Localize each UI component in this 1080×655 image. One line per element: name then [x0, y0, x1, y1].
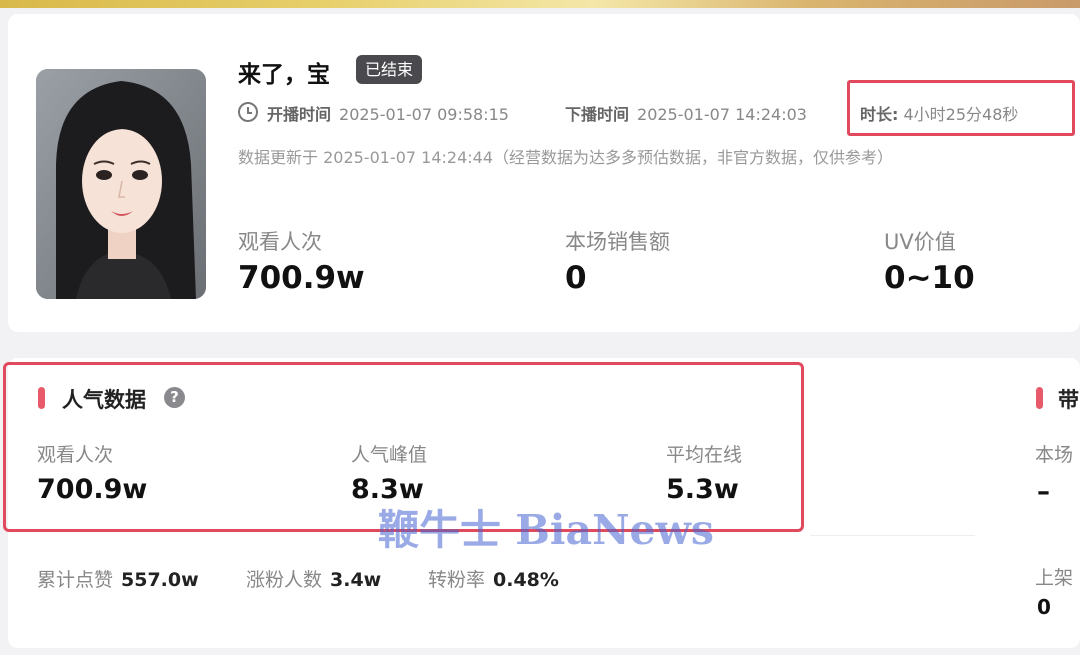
stream-title: 来了，宝	[238, 62, 330, 88]
new-followers: 涨粉人数 3.4w	[246, 565, 381, 592]
divider	[810, 535, 975, 536]
total-likes: 累计点赞 557.0w	[37, 565, 199, 592]
total-likes-value: 557.0w	[121, 569, 199, 591]
streamer-avatar	[36, 69, 206, 299]
popularity-views-value: 700.9w	[37, 474, 148, 505]
section-marker-right	[1036, 387, 1043, 409]
start-time-row: 开播时间 2025-01-07 09:58:15	[267, 101, 509, 125]
duration-value: 4小时25分48秒	[903, 105, 1019, 124]
overview-uv-value: 0~10	[884, 260, 975, 296]
overview-sales-label: 本场销售额	[565, 230, 670, 254]
duration-label: 时长:	[860, 105, 899, 124]
overview-views-value: 700.9w	[238, 260, 365, 296]
popularity-avg-online-label: 平均在线	[666, 444, 743, 466]
end-time-value: 2025-01-07 14:24:03	[637, 105, 807, 124]
top-banner-strip	[0, 0, 1080, 8]
right-listing-value: 0	[1037, 595, 1051, 619]
right-metric-value: –	[1037, 477, 1050, 507]
end-time-label: 下播时间	[565, 105, 630, 124]
status-badge: 已结束	[356, 55, 423, 84]
right-listing-label: 上架	[1035, 567, 1074, 589]
popularity-views-label: 观看人次	[37, 444, 114, 466]
overview-sales-value: 0	[565, 260, 587, 296]
follow-rate-label: 转粉率	[428, 569, 486, 591]
start-time-label: 开播时间	[267, 105, 332, 124]
right-metric-label: 本场	[1035, 444, 1074, 466]
clock-icon	[238, 102, 258, 122]
overview-uv-label: UV价值	[884, 230, 956, 254]
end-time-row: 下播时间 2025-01-07 14:24:03	[565, 101, 807, 125]
avatar-photo	[36, 69, 206, 299]
data-update-note: 数据更新于 2025-01-07 14:24:44（经营数据为达多多预估数据，非…	[238, 148, 894, 167]
watermark: 鞭牛士 BiaNews	[378, 506, 715, 554]
new-followers-value: 3.4w	[330, 569, 382, 591]
follow-rate: 转粉率 0.48%	[428, 565, 559, 592]
follow-rate-value: 0.48%	[493, 569, 559, 591]
total-likes-label: 累计点赞	[37, 569, 114, 591]
start-time-value: 2025-01-07 09:58:15	[339, 105, 509, 124]
goods-section-title: 带	[1058, 388, 1079, 412]
overview-views-label: 观看人次	[238, 230, 322, 254]
duration-row: 时长: 4小时25分48秒	[860, 101, 1018, 125]
new-followers-label: 涨粉人数	[246, 569, 323, 591]
popularity-peak-label: 人气峰值	[351, 444, 428, 466]
